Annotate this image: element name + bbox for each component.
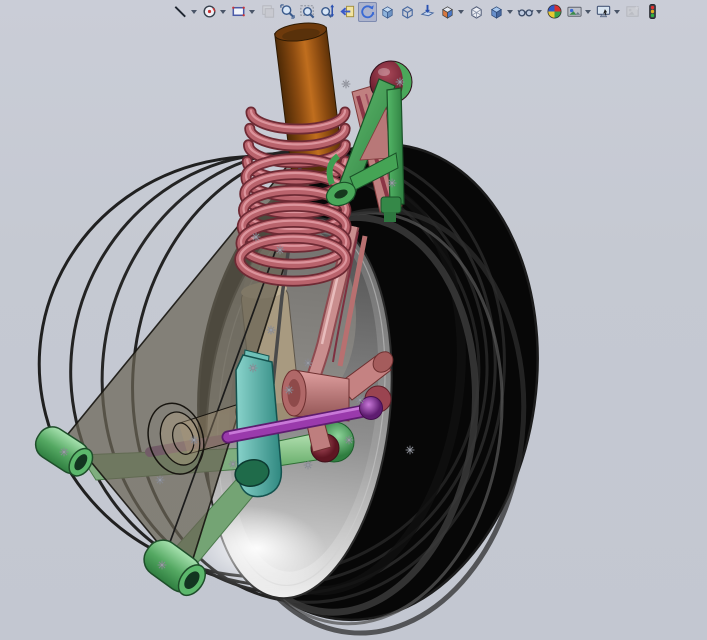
traffic-light-button[interactable] xyxy=(643,2,662,22)
previous-view-icon xyxy=(339,3,356,20)
view-settings-button[interactable] xyxy=(594,2,622,22)
wireframe-display-button[interactable] xyxy=(467,2,486,22)
zoom-to-area-button[interactable] xyxy=(298,2,317,22)
dropdown-caret-icon[interactable] xyxy=(614,10,620,14)
dropdown-caret-icon[interactable] xyxy=(191,10,197,14)
normal-to-button[interactable] xyxy=(418,2,437,22)
edit-decal-icon xyxy=(624,3,641,20)
line-tool-icon xyxy=(172,3,189,20)
3d-viewport[interactable] xyxy=(0,0,707,640)
edit-decal-button xyxy=(623,2,642,22)
zoom-to-area-icon xyxy=(299,3,316,20)
pan-button[interactable] xyxy=(378,2,397,22)
view-settings-icon xyxy=(595,3,612,20)
hide-show-items-button[interactable] xyxy=(516,2,544,22)
edit-appearance-button[interactable] xyxy=(545,2,564,22)
wireframe-display-icon xyxy=(468,3,485,20)
shaded-display-icon xyxy=(488,3,505,20)
standard-views-button[interactable] xyxy=(438,2,466,22)
dropdown-caret-icon[interactable] xyxy=(220,10,226,14)
dropdown-caret-icon[interactable] xyxy=(507,10,513,14)
circle-tool-button[interactable] xyxy=(200,2,228,22)
circle-tool-icon xyxy=(201,3,218,20)
dropdown-caret-icon[interactable] xyxy=(585,10,591,14)
rectangle-tool-icon xyxy=(230,3,247,20)
zoom-to-fit-button[interactable] xyxy=(278,2,297,22)
copy-icon xyxy=(259,3,276,20)
line-tool-button[interactable] xyxy=(171,2,199,22)
dropdown-caret-icon[interactable] xyxy=(458,10,464,14)
standard-views-icon xyxy=(439,3,456,20)
rotate-view-button[interactable] xyxy=(358,1,377,22)
pan-icon xyxy=(379,3,396,20)
zoom-in-out-icon xyxy=(319,3,336,20)
zoom-in-out-button[interactable] xyxy=(318,2,337,22)
hide-show-items-icon xyxy=(517,3,534,20)
apply-scene-icon xyxy=(566,3,583,20)
view-cube-button[interactable] xyxy=(398,2,417,22)
previous-view-button[interactable] xyxy=(338,2,357,22)
dropdown-caret-icon[interactable] xyxy=(536,10,542,14)
rectangle-tool-button[interactable] xyxy=(229,2,257,22)
view-toolbar xyxy=(171,1,662,22)
traffic-light-icon xyxy=(644,3,661,20)
rotate-view-icon xyxy=(359,3,376,20)
apply-scene-button[interactable] xyxy=(565,2,593,22)
copy-button xyxy=(258,2,277,22)
view-cube-icon xyxy=(399,3,416,20)
edit-appearance-icon xyxy=(546,3,563,20)
zoom-to-fit-icon xyxy=(279,3,296,20)
normal-to-icon xyxy=(419,3,436,20)
dropdown-caret-icon[interactable] xyxy=(249,10,255,14)
shaded-display-button[interactable] xyxy=(487,2,515,22)
